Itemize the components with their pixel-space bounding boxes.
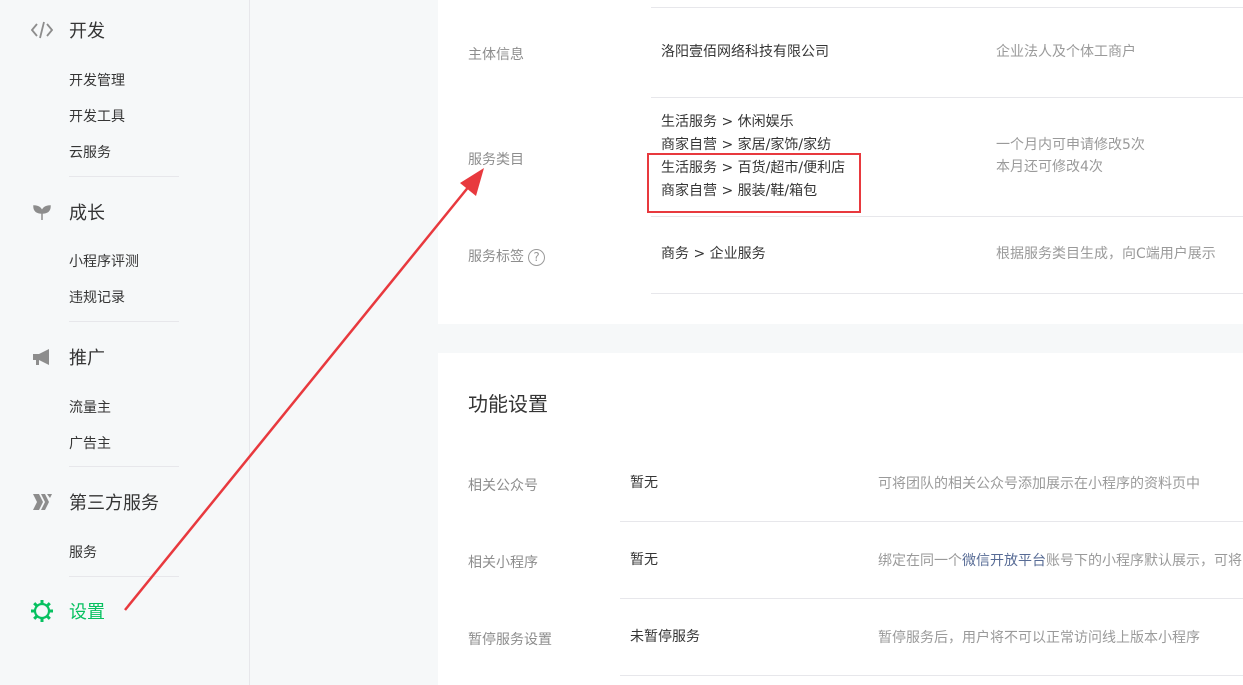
divider bbox=[69, 321, 179, 322]
related-official-value: 暂无 bbox=[630, 475, 658, 491]
divider bbox=[651, 7, 1243, 8]
sidebar-item-traffic-owner[interactable]: 流量主 bbox=[69, 397, 111, 417]
pause-service-label: 暂停服务设置 bbox=[468, 632, 552, 648]
category-desc-limit: 一个月内可申请修改5次 bbox=[996, 137, 1145, 153]
sidebar-item-advertiser[interactable]: 广告主 bbox=[69, 433, 111, 453]
sidebar: 开发 开发管理 开发工具 云服务 成长 小程序评测 违规记录 推广 流量主 广告… bbox=[0, 0, 250, 685]
related-miniprogram-label: 相关小程序 bbox=[468, 555, 538, 571]
subject-label: 主体信息 bbox=[468, 47, 524, 63]
pause-service-desc: 暂停服务后，用户将不可以正常访问线上版本小程序 bbox=[878, 630, 1200, 646]
sidebar-item-dev-tools[interactable]: 开发工具 bbox=[69, 106, 125, 126]
third-party-icon bbox=[30, 490, 54, 514]
divider bbox=[620, 521, 1243, 522]
divider bbox=[651, 293, 1243, 294]
category-label: 服务类目 bbox=[468, 152, 524, 168]
features-card: 功能设置 相关公众号 暂无 可将团队的相关公众号添加展示在小程序的资料页中 相关… bbox=[438, 353, 1243, 685]
divider bbox=[620, 598, 1243, 599]
open-platform-link[interactable]: 微信开放平台 bbox=[962, 553, 1046, 569]
tag-label-text: 服务标签 bbox=[468, 249, 524, 265]
nav-group-label: 成长 bbox=[69, 203, 105, 224]
sidebar-item-dev-manage[interactable]: 开发管理 bbox=[69, 70, 125, 90]
nav-group-third-party[interactable]: 第三方服务 bbox=[30, 489, 159, 515]
desc-text: 账号下的小程序默认展示，可将 bbox=[1046, 553, 1242, 569]
related-miniprogram-value: 暂无 bbox=[630, 552, 658, 568]
tag-label: 服务标签? bbox=[468, 246, 545, 266]
nav-settings-label: 设置 bbox=[69, 602, 105, 623]
tag-desc: 根据服务类目生成，向C端用户展示 bbox=[996, 246, 1216, 262]
related-miniprogram-desc: 绑定在同一个微信开放平台账号下的小程序默认展示，可将 bbox=[878, 550, 1242, 572]
megaphone-icon bbox=[30, 345, 54, 369]
subject-desc: 企业法人及个体工商户 bbox=[996, 44, 1136, 60]
nav-group-develop[interactable]: 开发 bbox=[30, 17, 105, 43]
nav-group-promote[interactable]: 推广 bbox=[30, 344, 105, 370]
divider bbox=[69, 466, 179, 467]
basic-info-card: 主体信息 洛阳壹佰网络科技有限公司 企业法人及个体工商户 服务类目 生活服务 >… bbox=[438, 0, 1243, 324]
sidebar-item-cloud[interactable]: 云服务 bbox=[69, 142, 111, 162]
sprout-icon bbox=[30, 200, 54, 224]
desc-text: 绑定在同一个 bbox=[878, 553, 962, 569]
category-item: 生活服务 > 休闲娱乐 bbox=[661, 114, 794, 130]
code-icon bbox=[30, 18, 54, 42]
sidebar-item-violations[interactable]: 违规记录 bbox=[69, 287, 125, 307]
nav-group-label: 推广 bbox=[69, 348, 105, 369]
tag-value: 商务 > 企业服务 bbox=[661, 246, 766, 262]
category-desc-remaining: 本月还可修改4次 bbox=[996, 159, 1103, 175]
nav-group-label: 第三方服务 bbox=[69, 493, 159, 514]
nav-settings[interactable]: 设置 bbox=[30, 598, 105, 624]
subject-value: 洛阳壹佰网络科技有限公司 bbox=[661, 44, 829, 60]
divider bbox=[651, 97, 1243, 98]
highlight-box bbox=[647, 153, 861, 213]
help-icon[interactable]: ? bbox=[528, 248, 545, 266]
sidebar-item-review[interactable]: 小程序评测 bbox=[69, 251, 139, 271]
section-title: 功能设置 bbox=[468, 392, 548, 416]
related-official-label: 相关公众号 bbox=[468, 478, 538, 494]
gear-icon bbox=[30, 599, 54, 623]
divider bbox=[651, 216, 1243, 217]
divider bbox=[620, 675, 1243, 676]
related-official-desc: 可将团队的相关公众号添加展示在小程序的资料页中 bbox=[878, 476, 1200, 492]
divider bbox=[69, 576, 179, 577]
sidebar-item-service[interactable]: 服务 bbox=[69, 542, 97, 562]
nav-group-label: 开发 bbox=[69, 21, 105, 42]
pause-service-value: 未暂停服务 bbox=[630, 629, 700, 645]
nav-group-growth[interactable]: 成长 bbox=[30, 199, 105, 225]
divider bbox=[69, 176, 179, 177]
